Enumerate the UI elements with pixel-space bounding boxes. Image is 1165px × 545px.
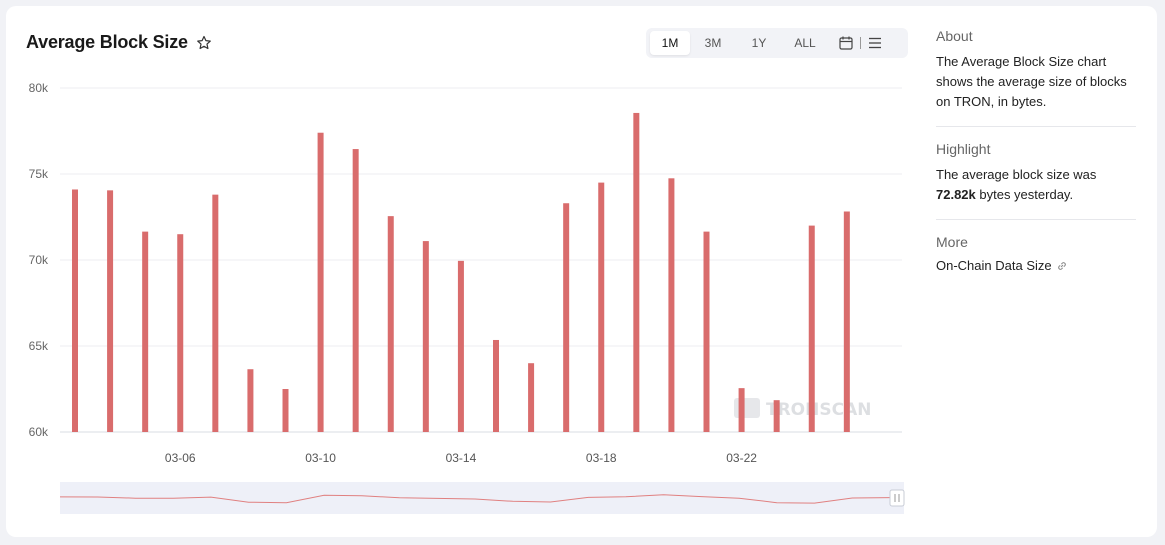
x-tick-label: 03-10	[305, 451, 336, 465]
x-tick-label: 03-22	[726, 451, 757, 465]
x-tick-label: 03-18	[586, 451, 617, 465]
x-tick-label: 03-06	[165, 451, 196, 465]
grid-lines	[60, 87, 902, 433]
y-tick-label: 75k	[29, 167, 49, 181]
y-tick-label: 60k	[29, 425, 49, 439]
y-tick-label: 70k	[29, 253, 49, 267]
bar[interactable]	[633, 112, 640, 432]
bar[interactable]	[493, 339, 499, 432]
chart-area: 60k 65k 70k 75k 80k TRONSCAN 03-06 03-10 03-14…	[29, 81, 905, 514]
y-tick-label: 80k	[29, 81, 49, 95]
watermark: TRONSCAN	[734, 398, 871, 420]
bar[interactable]	[528, 363, 535, 432]
navigator-handle[interactable]	[889, 489, 905, 507]
bar[interactable]	[142, 231, 149, 432]
bar[interactable]	[352, 149, 359, 432]
watermark-logo	[734, 398, 760, 418]
bar[interactable]	[387, 216, 394, 432]
bar[interactable]	[107, 190, 114, 432]
navigator[interactable]	[59, 482, 905, 514]
x-axis-ticks: 03-06 03-10 03-14 03-18 03-22	[165, 451, 757, 465]
bar[interactable]	[457, 260, 464, 432]
x-tick-label: 03-14	[446, 451, 477, 465]
bar[interactable]	[282, 389, 289, 432]
bar[interactable]	[808, 225, 815, 432]
watermark-text: TRONSCAN	[766, 400, 871, 420]
bar[interactable]	[212, 194, 219, 432]
bar[interactable]	[773, 400, 780, 432]
bar[interactable]	[843, 211, 850, 432]
bars	[72, 112, 850, 432]
bar[interactable]	[422, 241, 429, 432]
bar[interactable]	[247, 369, 254, 432]
chart-card: Average Block Size 1M 3M 1Y ALL About Th…	[6, 6, 1157, 537]
bar[interactable]	[598, 182, 605, 432]
bar[interactable]	[668, 178, 675, 432]
bar[interactable]	[72, 189, 78, 432]
bar[interactable]	[177, 234, 184, 432]
y-tick-label: 65k	[29, 339, 49, 353]
bar[interactable]	[563, 203, 570, 432]
bar[interactable]	[703, 231, 710, 432]
bar[interactable]	[738, 388, 745, 432]
bar[interactable]	[317, 132, 324, 432]
y-axis-ticks: 60k 65k 70k 75k 80k	[29, 81, 49, 439]
